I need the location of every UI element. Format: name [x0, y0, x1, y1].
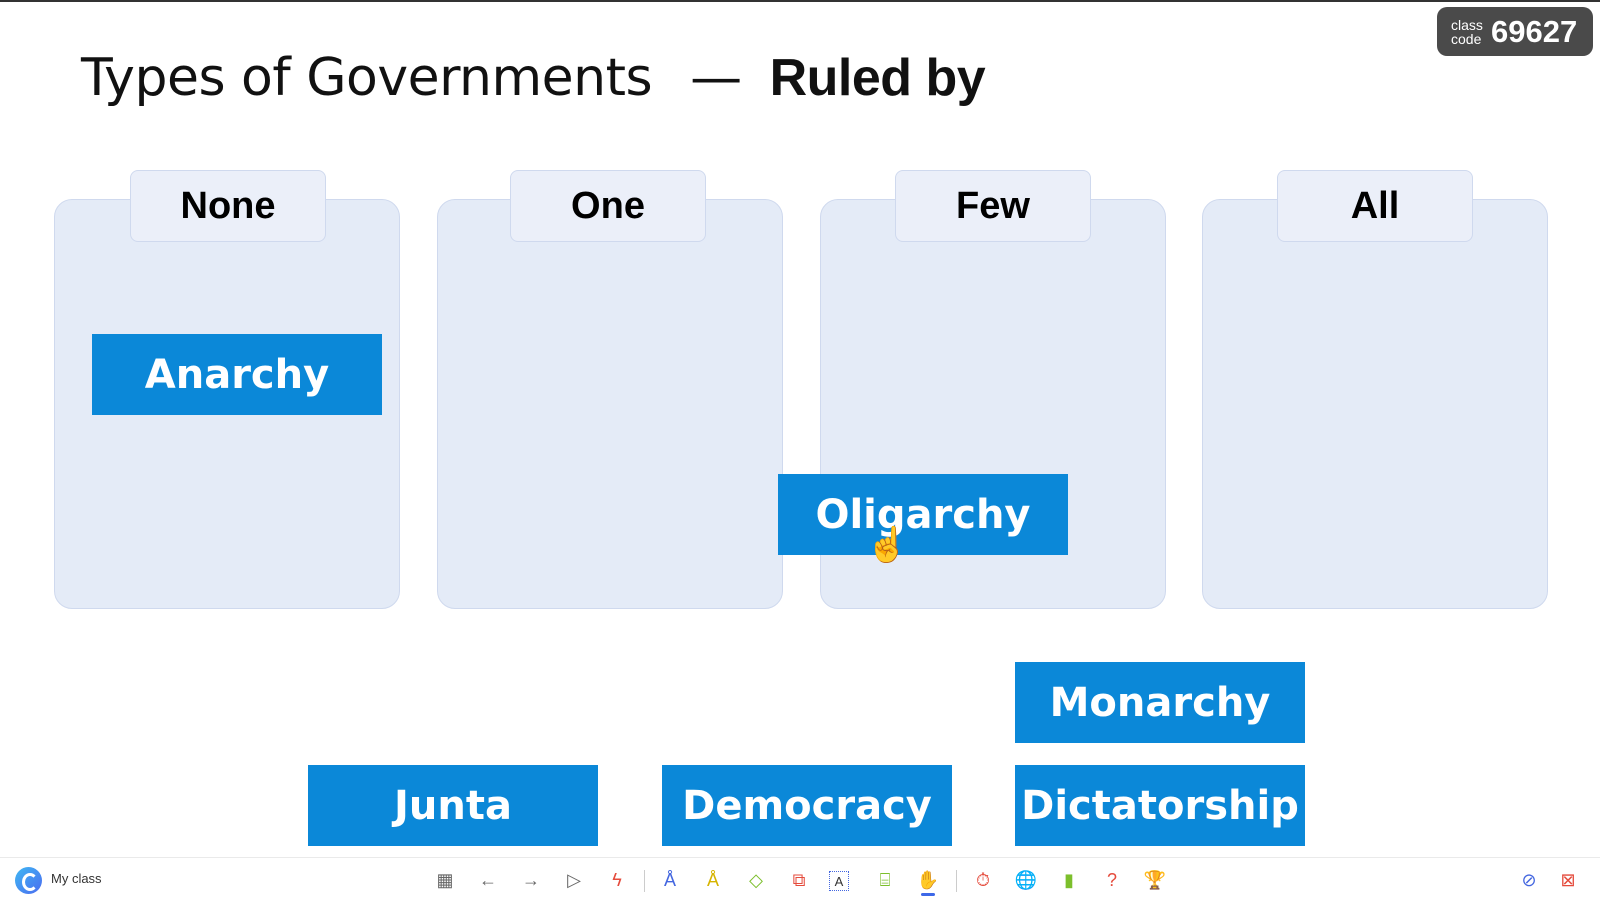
my-class-label[interactable]: My class — [51, 871, 102, 886]
class-code-value: 69627 — [1491, 13, 1578, 49]
bottom-toolbar: My class ▦ ← → ▷ ϟ Å Å ◇ ⧉ A ⌸ ✋ ⏱ 🌐 ▮ ?… — [0, 857, 1600, 901]
grid-icon[interactable]: ▦ — [432, 867, 458, 893]
active-tool-indicator — [921, 893, 935, 896]
bin-header-one: One — [510, 170, 706, 242]
title-emphasis: Ruled by — [769, 49, 986, 107]
drop-bin-one[interactable] — [437, 199, 783, 609]
bin-header-all: All — [1277, 170, 1473, 242]
text-box-icon[interactable]: A — [829, 871, 849, 891]
laser-pen-icon[interactable]: ϟ — [604, 867, 630, 893]
highlighter-icon[interactable]: Å — [700, 867, 726, 893]
card-dictatorship[interactable]: Dictatorship — [1015, 765, 1305, 846]
timer-icon[interactable]: ⏱ — [970, 867, 996, 893]
card-anarchy[interactable]: Anarchy — [92, 334, 382, 415]
arrow-left-icon[interactable]: ← — [475, 867, 501, 893]
toolbar-divider — [644, 870, 645, 892]
hide-icon[interactable]: ⊘ — [1516, 867, 1542, 893]
hand-cursor-icon: ☝ — [866, 526, 909, 564]
end-presentation-icon[interactable]: ⊠ — [1555, 867, 1581, 893]
eraser-icon[interactable]: ◇ — [743, 867, 769, 893]
title-main: Types of Governments — [81, 48, 653, 108]
toolbar-divider — [956, 870, 957, 892]
shapes-icon[interactable]: ⧉ — [786, 867, 812, 893]
browser-search-icon[interactable]: 🌐 — [1013, 867, 1039, 893]
pen-icon[interactable]: Å — [657, 867, 683, 893]
class-code-badge: class code 69627 — [1437, 7, 1593, 56]
card-monarchy[interactable]: Monarchy — [1015, 662, 1305, 743]
random-pick-icon[interactable]: ? — [1099, 867, 1125, 893]
top-border — [0, 0, 1600, 2]
app-logo-icon[interactable] — [15, 867, 42, 894]
arrow-right-icon[interactable]: → — [518, 867, 544, 893]
whiteboard-icon[interactable]: ⌸ — [872, 867, 898, 893]
hand-interact-icon[interactable]: ✋ — [915, 867, 941, 893]
bin-header-none: None — [130, 170, 326, 242]
card-oligarchy[interactable]: Oligarchy — [778, 474, 1068, 555]
drop-bin-all[interactable] — [1202, 199, 1548, 609]
poll-chart-icon[interactable]: ▮ — [1056, 867, 1082, 893]
trophy-icon[interactable]: 🏆 — [1142, 867, 1168, 893]
bin-header-few: Few — [895, 170, 1091, 242]
pointer-icon[interactable]: ▷ — [561, 867, 587, 893]
title-separator: — — [690, 48, 742, 108]
page-title: Types of Governments — Ruled by — [81, 48, 986, 108]
class-code-label: class code — [1451, 16, 1483, 47]
card-democracy[interactable]: Democracy — [662, 765, 952, 846]
card-junta[interactable]: Junta — [308, 765, 598, 846]
